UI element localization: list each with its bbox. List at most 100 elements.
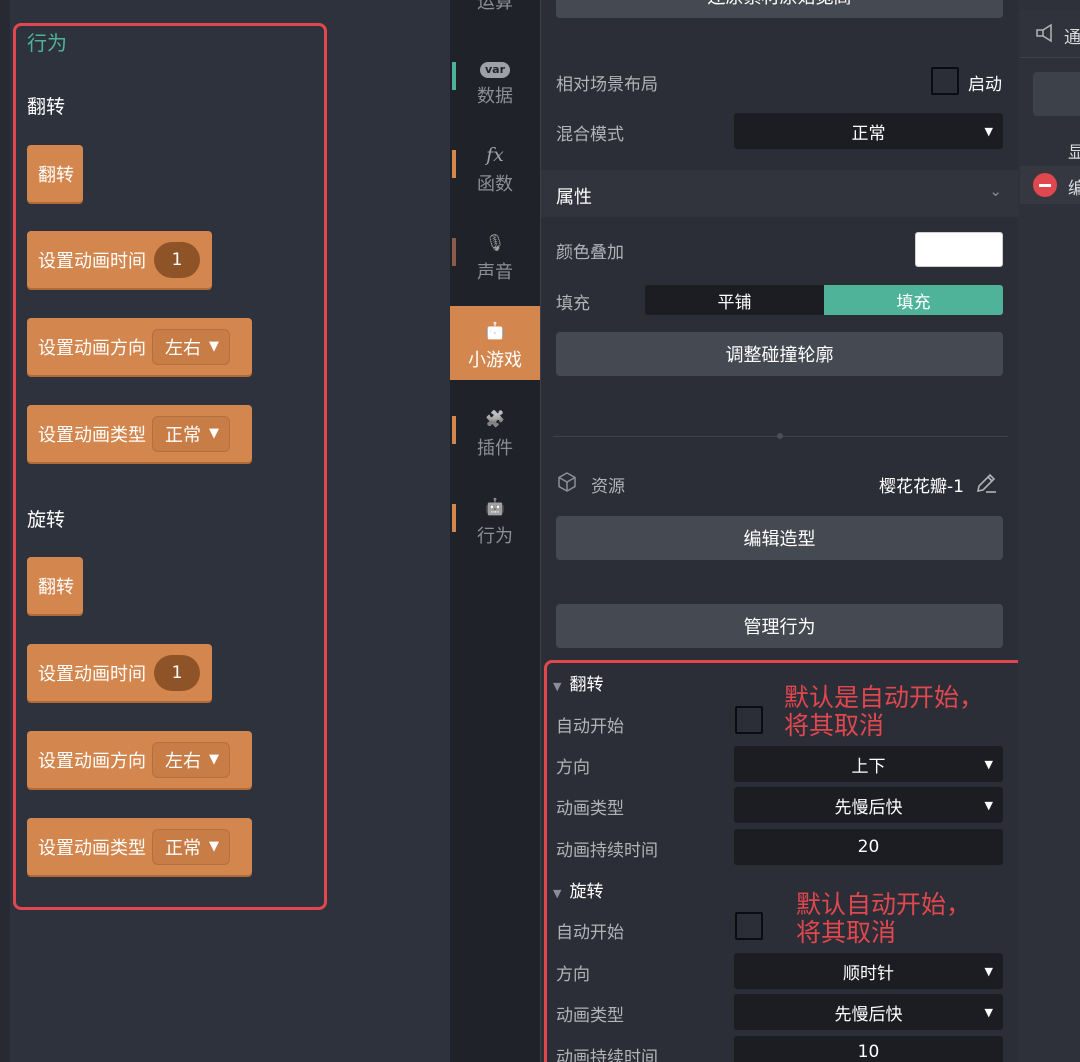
adjust-collision-button[interactable]: 调整碰撞轮廓 [556, 332, 1003, 376]
block-label: 设置动画时间 [38, 250, 146, 272]
anim-type-select[interactable]: 先慢后快 ▼ [734, 787, 1003, 823]
fill-option-fill-selected[interactable]: 填充 [824, 285, 1003, 315]
behavior-title: 旋转 [569, 882, 604, 902]
button-label: 还原素材原始宽高 [708, 0, 852, 9]
megaphone-icon [1034, 22, 1056, 44]
block-label: 设置动画方向 [38, 750, 146, 772]
annotation-line: 将其取消 [784, 711, 885, 740]
right-partial-label: 显 [1068, 143, 1080, 163]
manage-behavior-button[interactable]: 管理行为 [556, 604, 1003, 648]
number-input-oval[interactable]: 1 [154, 654, 200, 691]
block-flip[interactable]: 翻转 [27, 557, 83, 614]
select-value: 上下 [851, 756, 886, 777]
color-overlay-swatch[interactable] [915, 232, 1003, 267]
select-value: 先慢后快 [834, 797, 903, 818]
type-dropdown[interactable]: 正常 ▼ [152, 415, 230, 452]
caret-down-icon: ▼ [984, 124, 993, 138]
category-data[interactable]: var 数据 [450, 52, 540, 128]
category-label: 运算 [477, 0, 513, 13]
resource-label: 资源 [591, 477, 625, 497]
number-input-oval[interactable]: 1 [154, 241, 200, 278]
auto-start-checkbox[interactable] [735, 706, 763, 734]
annotation-line: 将其取消 [796, 918, 897, 947]
block-set-anim-type[interactable]: 设置动画类型 正常 ▼ [27, 405, 252, 462]
dropdown-value: 左右 [165, 337, 201, 359]
option-label: 平铺 [717, 292, 752, 313]
category-label: 小游戏 [468, 350, 522, 371]
button-label: 管理行为 [743, 617, 816, 638]
button-label: 调整碰撞轮廓 [725, 345, 834, 366]
duration-label: 动画持续时间 [556, 841, 658, 861]
fill-option-tile[interactable]: 平铺 [645, 285, 824, 315]
restore-size-button[interactable]: 还原素材原始宽高 [556, 0, 1003, 18]
robot-icon: 🤖 [485, 497, 505, 516]
input-value: 20 [857, 837, 880, 857]
direction-select[interactable]: 上下 ▼ [734, 746, 1003, 782]
block-set-anim-time[interactable]: 设置动画时间 1 [27, 231, 212, 288]
anim-type-select[interactable]: 先慢后快 ▼ [734, 994, 1003, 1030]
duration-input[interactable]: 10 [734, 1036, 1003, 1062]
fx-icon: fx [486, 144, 504, 166]
category-functions[interactable]: fx 函数 [450, 140, 540, 216]
right-panel-tab[interactable]: 通 [1020, 10, 1080, 58]
type-dropdown[interactable]: 正常 ▼ [152, 828, 230, 865]
select-value: 顺时针 [843, 963, 894, 984]
category-plugins[interactable]: 🧩 插件 [450, 404, 540, 480]
section-title-rotate: 旋转 [27, 509, 66, 531]
behavior-header-rotate[interactable]: ▼ 旋转 [553, 877, 603, 902]
direction-dropdown[interactable]: 左右 ▼ [152, 741, 230, 778]
block-set-anim-time[interactable]: 设置动画时间 1 [27, 644, 212, 701]
behavior-header-flip[interactable]: ▼ 翻转 [553, 670, 603, 695]
block-set-anim-direction[interactable]: 设置动画方向 左右 ▼ [27, 318, 252, 375]
caret-down-icon: ▼ [984, 757, 993, 771]
dropdown-value: 正常 [165, 837, 201, 859]
auto-start-checkbox[interactable] [735, 912, 763, 940]
triangle-down-icon: ▼ [553, 680, 562, 693]
pencil-edit-icon[interactable] [974, 471, 998, 495]
select-value: 先慢后快 [834, 1004, 903, 1025]
category-label: 行为 [477, 526, 513, 547]
resource-name: 樱花花瓣-1 [879, 477, 964, 497]
button-label: 编辑造型 [743, 529, 816, 550]
caret-down-icon: ▼ [984, 964, 993, 978]
chevron-down-icon: ⌄ [989, 182, 1002, 200]
behavior-title: 翻转 [569, 675, 604, 695]
category-label: 数据 [477, 86, 513, 107]
duration-input[interactable]: 20 [734, 829, 1003, 865]
blend-mode-select[interactable]: 正常 ▼ [734, 113, 1003, 149]
dropdown-arrow-icon: ▼ [209, 426, 219, 441]
minus-bar [1039, 184, 1051, 187]
right-list-item[interactable]: 编 [1020, 166, 1080, 204]
duration-label: 动画持续时间 [556, 1048, 658, 1062]
right-panel-button[interactable] [1033, 72, 1080, 116]
annotation-note: 默认自动开始， 将其取消 [796, 891, 971, 947]
block-label: 翻转 [38, 576, 74, 598]
caret-down-icon: ▼ [984, 1005, 993, 1019]
category-label: 函数 [477, 174, 513, 195]
category-minigame[interactable]: 🤖 小游戏 [450, 306, 540, 380]
block-label: 设置动画类型 [38, 837, 146, 859]
var-icon-text: var [479, 62, 511, 78]
color-overlay-label: 颜色叠加 [556, 243, 624, 263]
palette-category-title: 行为 [27, 31, 67, 55]
attributes-header[interactable]: 属性 ⌄ [541, 170, 1018, 217]
blend-mode-label: 混合模式 [556, 125, 624, 145]
palette-edge-strip [0, 0, 10, 1062]
category-sound[interactable]: 🎙 声音 [450, 228, 540, 304]
block-set-anim-type[interactable]: 设置动画类型 正常 ▼ [27, 818, 252, 875]
direction-dropdown[interactable]: 左右 ▼ [152, 328, 230, 365]
block-label: 设置动画时间 [38, 663, 146, 685]
block-set-anim-direction[interactable]: 设置动画方向 左右 ▼ [27, 731, 252, 788]
dropdown-value: 正常 [165, 424, 201, 446]
edit-shape-button[interactable]: 编辑造型 [556, 516, 1003, 560]
direction-select[interactable]: 顺时针 ▼ [734, 953, 1003, 989]
category-behavior[interactable]: 🤖 行为 [450, 492, 540, 568]
microphone-icon: 🎙 [484, 233, 506, 252]
remove-circle-icon[interactable] [1033, 173, 1057, 197]
relative-layout-checkbox[interactable] [931, 67, 959, 95]
select-value: 正常 [851, 123, 886, 144]
category-operators[interactable]: 运算 [450, 0, 540, 18]
block-flip[interactable]: 翻转 [27, 145, 83, 202]
divider-dot [777, 433, 783, 439]
auto-start-label: 自动开始 [556, 923, 624, 943]
